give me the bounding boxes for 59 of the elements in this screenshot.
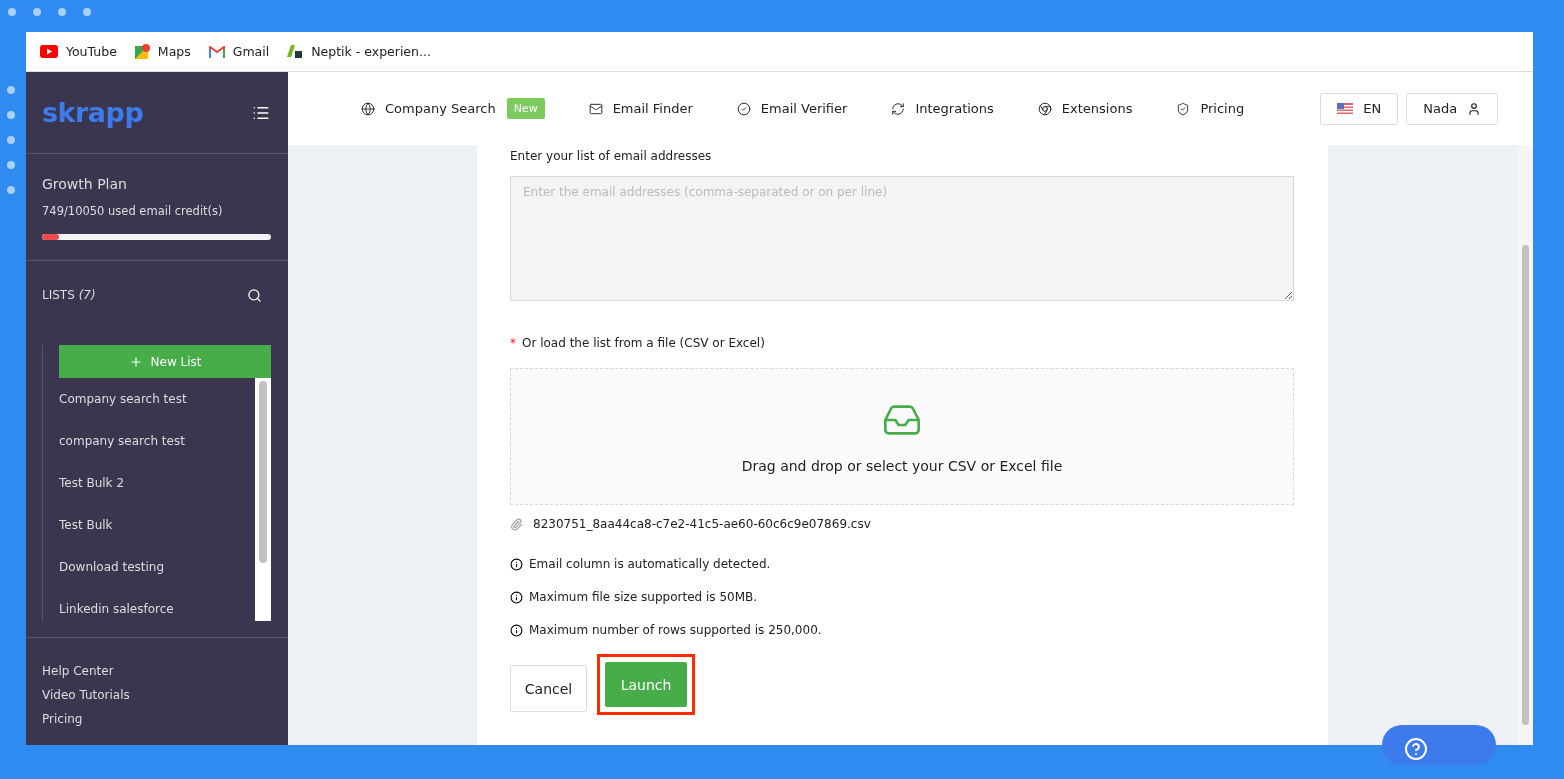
play-logo-icon: [40, 45, 58, 58]
user-icon: [1467, 101, 1482, 116]
bookmark-link[interactable]: Gmail: [208, 44, 270, 59]
scrollbar[interactable]: [1517, 145, 1533, 745]
info-icon: [510, 623, 523, 637]
refresh-icon: [891, 101, 906, 116]
plan-title: Growth Plan: [42, 176, 128, 192]
list-item[interactable]: Company search test: [59, 378, 255, 420]
check-circle-icon: [736, 101, 751, 116]
user-button[interactable]: Nada: [1406, 92, 1499, 125]
globe-icon: [361, 101, 375, 116]
nav-link[interactable]: Email Finder: [588, 101, 693, 116]
flag-icon: [1337, 103, 1354, 114]
shield-icon: [1176, 101, 1191, 116]
footer-link[interactable]: Pricing: [42, 712, 272, 726]
emails-input[interactable]: Enter the email addresses (comma-separated or on per line): [510, 176, 1294, 301]
leaf-logo-icon: [287, 44, 304, 59]
cancel-button[interactable]: Cancel: [510, 665, 587, 712]
bookmark-link[interactable]: YouTube: [40, 44, 117, 59]
list-item[interactable]: company search test: [59, 420, 255, 462]
nav-link[interactable]: Extensions: [1037, 101, 1133, 116]
map-pin-icon: [134, 43, 150, 60]
info-icon: [510, 557, 523, 571]
list-item[interactable]: Download testing: [59, 546, 255, 588]
nav-link[interactable]: Integrations: [891, 101, 994, 116]
mail-logo-icon: [208, 45, 225, 58]
scrollbar[interactable]: [255, 378, 271, 621]
note-text: Maximum file size supported is 50MB.: [529, 590, 758, 604]
lists-title: LISTS (7): [42, 288, 96, 302]
bookmark-link[interactable]: Neptik - experien...: [287, 44, 431, 59]
help-chat-button[interactable]: [1382, 725, 1496, 765]
file-label: * Or load the list from a file (CSV or Excel): [510, 336, 766, 350]
bookmark-link[interactable]: Maps: [134, 43, 191, 60]
file-name: 8230751_8aa44ca8-c7e2-41c5-ae60-60c6c9e07869.csv: [533, 517, 871, 531]
list-item[interactable]: Test Bulk: [59, 504, 255, 546]
credits-text: 749/10050 used email credit(s): [42, 204, 224, 218]
note-text: Email column is automatically detected.: [529, 557, 771, 571]
help-icon: [1404, 737, 1428, 761]
logo: skrapp: [42, 97, 144, 128]
list-item[interactable]: Linkedin salesforce: [59, 588, 255, 621]
footer-link[interactable]: Video Tutorials: [42, 688, 272, 702]
paperclip-icon: [510, 517, 523, 531]
mail-icon: [588, 101, 603, 116]
search-icon: [247, 287, 262, 303]
dropzone-text: Drag and drop or select your CSV or Excel file: [741, 457, 1063, 474]
dropzone[interactable]: Drag and drop or select your CSV or Excel file: [510, 368, 1294, 505]
nav-link[interactable]: Pricing: [1176, 101, 1245, 116]
nav-link[interactable]: Email Verifier: [736, 101, 848, 116]
emails-label: Enter your list of email addresses: [510, 149, 713, 163]
note-text: Maximum number of rows supported is 250,000.: [529, 623, 822, 637]
info-icon: [510, 590, 523, 604]
plus-icon: [128, 354, 143, 369]
search-button[interactable]: [247, 287, 262, 303]
nav-link[interactable]: Company Search New: [361, 98, 545, 119]
language-button[interactable]: EN: [1320, 92, 1399, 125]
new-badge: New: [506, 98, 545, 119]
footer-link[interactable]: Help Center: [42, 664, 272, 678]
browser-icon: [1037, 101, 1052, 116]
list-item[interactable]: Test Bulk 2: [59, 462, 255, 504]
